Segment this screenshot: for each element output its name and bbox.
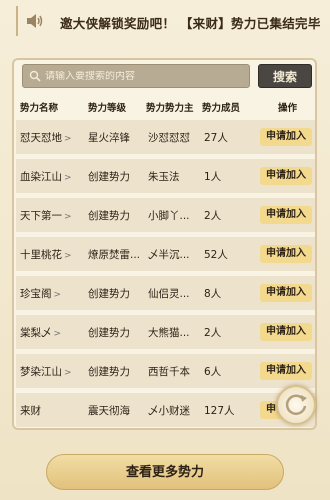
search-icon bbox=[29, 70, 41, 82]
alliance-leader: 仙侣灵... bbox=[148, 288, 190, 300]
apply-join-button[interactable]: 申请加入 bbox=[260, 245, 312, 263]
alliance-members: 52人 bbox=[204, 249, 228, 261]
alliance-name-text: 棠梨乄 bbox=[20, 327, 52, 339]
alliance-leader: 朱玉法 bbox=[148, 171, 180, 183]
announcement-text: 邀大侠解锁奖励吧！ 【来财】势力已集结完毕， bbox=[60, 16, 322, 31]
table-row[interactable]: 血染江山 > 创建势力 朱玉法 1人 申请加入 bbox=[16, 159, 315, 193]
header-leader: 势力势力主 bbox=[146, 103, 194, 114]
chevron-right-icon: > bbox=[64, 134, 72, 144]
alliance-name-text: 天下第一 bbox=[20, 210, 62, 222]
alliance-name-text: 血染江山 bbox=[20, 171, 62, 183]
header-level: 势力等级 bbox=[88, 103, 127, 114]
table-row[interactable]: 怼天怼地 > 星火淬锋 沙怼怼怼 27人 申请加入 bbox=[16, 120, 315, 154]
view-more-alliances-button[interactable]: 查看更多势力 bbox=[46, 454, 284, 490]
table-row[interactable]: 天下第一 > 创建势力 小脚丫... 2人 申请加入 bbox=[16, 198, 315, 232]
alliance-members: 2人 bbox=[204, 327, 222, 339]
speaker-icon bbox=[27, 14, 43, 28]
alliance-name-text: 来财 bbox=[20, 405, 41, 417]
alliance-name[interactable]: 血染江山 > bbox=[20, 169, 72, 184]
alliance-name[interactable]: 珍宝阁 > bbox=[20, 286, 61, 301]
table-row[interactable]: 珍宝阁 > 创建势力 仙侣灵... 8人 申请加入 bbox=[16, 276, 315, 310]
alliance-level: 创建势力 bbox=[88, 288, 130, 300]
alliance-list-screen: 邀大侠解锁奖励吧！ 【来财】势力已集结完毕， 搜索 势力名称 势力等级 势力势力… bbox=[0, 0, 330, 500]
alliance-name[interactable]: 棠梨乄 > bbox=[20, 325, 61, 340]
chevron-right-icon: > bbox=[53, 290, 62, 300]
apply-join-button[interactable]: 申请加入 bbox=[260, 284, 312, 302]
alliance-level: 创建势力 bbox=[88, 210, 130, 222]
search-input[interactable] bbox=[41, 70, 241, 82]
header-members: 势力成员 bbox=[202, 103, 241, 114]
search-row: 搜索 bbox=[22, 64, 312, 90]
apply-join-button[interactable]: 申请加入 bbox=[260, 167, 312, 185]
alliance-level: 星火淬锋 bbox=[88, 132, 130, 144]
alliance-level: 创建势力 bbox=[88, 327, 130, 339]
search-box[interactable] bbox=[22, 64, 250, 88]
chevron-right-icon: > bbox=[64, 251, 72, 261]
alliance-members: 127人 bbox=[204, 405, 235, 417]
alliance-name-text: 珍宝阁 bbox=[20, 288, 52, 300]
apply-join-button[interactable]: 申请加入 bbox=[260, 206, 312, 224]
alliance-name[interactable]: 天下第一 > bbox=[20, 208, 72, 223]
apply-join-button[interactable]: 申请加入 bbox=[260, 128, 312, 146]
apply-join-button[interactable]: 申请加入 bbox=[260, 323, 312, 341]
alliance-level: 创建势力 bbox=[88, 171, 130, 183]
alliance-level: 燎原焚雷... bbox=[88, 249, 141, 261]
announcement-divider bbox=[16, 6, 18, 36]
table-row[interactable]: 来财 震天彻海 乄小财迷 127人 申请加入 bbox=[16, 393, 315, 427]
alliance-name[interactable]: 来财 bbox=[20, 403, 41, 418]
refresh-button[interactable] bbox=[276, 385, 316, 425]
alliance-name-text: 十里桃花 bbox=[20, 249, 62, 261]
alliance-leader: 小脚丫... bbox=[148, 210, 190, 222]
chevron-right-icon: > bbox=[64, 212, 72, 222]
alliance-members: 8人 bbox=[204, 288, 222, 300]
header-name: 势力名称 bbox=[20, 103, 59, 114]
alliance-level: 震天彻海 bbox=[88, 405, 130, 417]
alliance-leader: 乄半沉... bbox=[148, 249, 190, 261]
alliance-members: 6人 bbox=[204, 366, 222, 378]
refresh-icon bbox=[285, 394, 307, 415]
alliance-leader: 大熊猫... bbox=[148, 327, 190, 339]
alliance-level: 创建势力 bbox=[88, 366, 130, 378]
apply-join-button[interactable]: 申请加入 bbox=[260, 362, 312, 380]
header-action: 操作 bbox=[278, 103, 298, 114]
alliance-name[interactable]: 梦染江山 > bbox=[20, 364, 72, 379]
alliance-name-text: 梦染江山 bbox=[20, 366, 62, 378]
table-row[interactable]: 梦染江山 > 创建势力 西哲千本 6人 申请加入 bbox=[16, 354, 315, 388]
alliance-name-text: 怼天怼地 bbox=[20, 132, 62, 144]
alliance-members: 27人 bbox=[204, 132, 228, 144]
search-button[interactable]: 搜索 bbox=[258, 64, 312, 88]
chevron-right-icon: > bbox=[64, 368, 72, 378]
announcement-bar: 邀大侠解锁奖励吧！ 【来财】势力已集结完毕， bbox=[8, 6, 322, 36]
chevron-right-icon: > bbox=[53, 329, 62, 339]
table-header: 势力名称 势力等级 势力势力主 势力成员 操作 bbox=[14, 96, 315, 118]
alliance-leader: 西哲千本 bbox=[148, 366, 190, 378]
alliance-panel: 搜索 势力名称 势力等级 势力势力主 势力成员 操作 怼天怼地> 星火淬锋 沙怼… bbox=[12, 58, 317, 430]
alliance-leader: 沙怼怼怼 bbox=[148, 132, 190, 144]
alliance-members: 1人 bbox=[204, 171, 222, 183]
chevron-right-icon: > bbox=[64, 173, 72, 183]
table-row[interactable]: 棠梨乄 > 创建势力 大熊猫... 2人 申请加入 bbox=[16, 315, 315, 349]
alliance-name[interactable]: 十里桃花 > bbox=[20, 247, 72, 262]
alliance-name[interactable]: 怼天怼地 > bbox=[20, 130, 72, 145]
alliance-leader: 乄小财迷 bbox=[148, 405, 190, 417]
table-row[interactable]: 十里桃花 > 燎原焚雷... 乄半沉... 52人 申请加入 bbox=[16, 237, 315, 271]
alliance-members: 2人 bbox=[204, 210, 222, 222]
